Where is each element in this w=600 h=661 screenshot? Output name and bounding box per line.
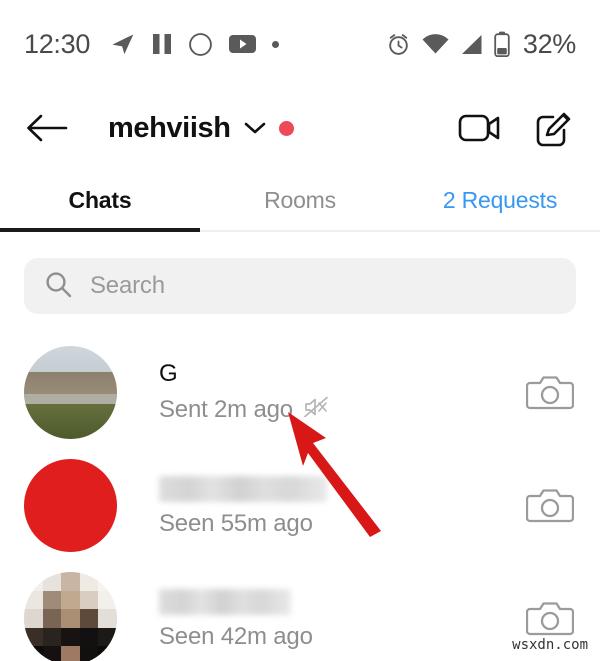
unread-indicator-dot <box>278 120 294 136</box>
app-header: mehviish <box>0 88 600 168</box>
wifi-icon <box>422 33 449 55</box>
chat-status: Sent 2m ago <box>159 395 293 423</box>
cellular-signal-icon <box>460 34 483 55</box>
chevron-down-icon[interactable] <box>243 120 267 136</box>
camera-icon[interactable] <box>524 367 576 419</box>
muted-speaker-icon <box>303 396 329 423</box>
telegram-send-icon <box>110 31 136 57</box>
chat-status: Seen 55m ago <box>159 509 313 537</box>
table-row[interactable]: Seen 42m ago <box>0 562 600 661</box>
table-row[interactable]: G Sent 2m ago <box>0 336 600 449</box>
alarm-clock-icon <box>386 32 411 57</box>
avatar[interactable] <box>24 572 117 661</box>
active-tab-indicator <box>0 228 200 232</box>
account-switcher[interactable]: mehviish <box>108 112 294 145</box>
search-input[interactable]: Search <box>90 272 165 300</box>
tab-bar: Chats Rooms 2 Requests <box>0 168 600 232</box>
chat-info: Seen 42m ago <box>159 588 313 650</box>
chat-info: G Sent 2m ago <box>159 362 329 423</box>
compose-pencil-icon[interactable] <box>532 106 576 150</box>
tab-requests[interactable]: 2 Requests <box>400 168 600 232</box>
more-dot-icon <box>272 40 280 48</box>
pause-icon <box>152 32 172 56</box>
chat-name: G <box>159 360 178 387</box>
youtube-icon <box>229 34 257 54</box>
status-bar: 12:30 32% <box>0 0 600 88</box>
avatar[interactable] <box>24 346 117 439</box>
table-row[interactable]: Seen 55m ago <box>0 449 600 562</box>
camera-icon[interactable] <box>524 480 576 532</box>
tab-rooms[interactable]: Rooms <box>200 168 400 232</box>
chat-meta: Seen 55m ago <box>159 509 327 537</box>
tab-chats[interactable]: Chats <box>0 168 200 232</box>
search-icon <box>44 270 72 303</box>
chat-status: Seen 42m ago <box>159 622 313 650</box>
back-arrow-icon[interactable] <box>24 105 70 151</box>
watermark: wsxdn.com <box>512 637 588 653</box>
page-title: mehviish <box>108 111 231 144</box>
chat-info: Seen 55m ago <box>159 475 327 537</box>
chat-list: G Sent 2m ago Seen 55m ago Seen 42m ago <box>0 336 600 661</box>
chat-meta: Sent 2m ago <box>159 396 329 423</box>
status-bar-clock: 12:30 <box>24 28 91 59</box>
status-bar-right: 32% <box>386 29 576 60</box>
battery-percent-label: 32% <box>522 28 576 59</box>
chat-meta: Seen 42m ago <box>159 622 313 650</box>
video-camera-icon[interactable] <box>458 106 502 150</box>
phone-screen: 12:30 32% mehviish Chats Rooms 2 Request… <box>0 0 600 661</box>
avatar[interactable] <box>24 459 117 552</box>
battery-icon <box>494 31 510 57</box>
search-bar[interactable]: Search <box>24 258 576 314</box>
chat-name-redacted <box>159 588 291 615</box>
header-actions <box>458 106 576 150</box>
chat-name-redacted <box>159 475 327 502</box>
opera-circle-icon <box>188 32 213 57</box>
status-bar-left: 12:30 <box>24 28 280 60</box>
